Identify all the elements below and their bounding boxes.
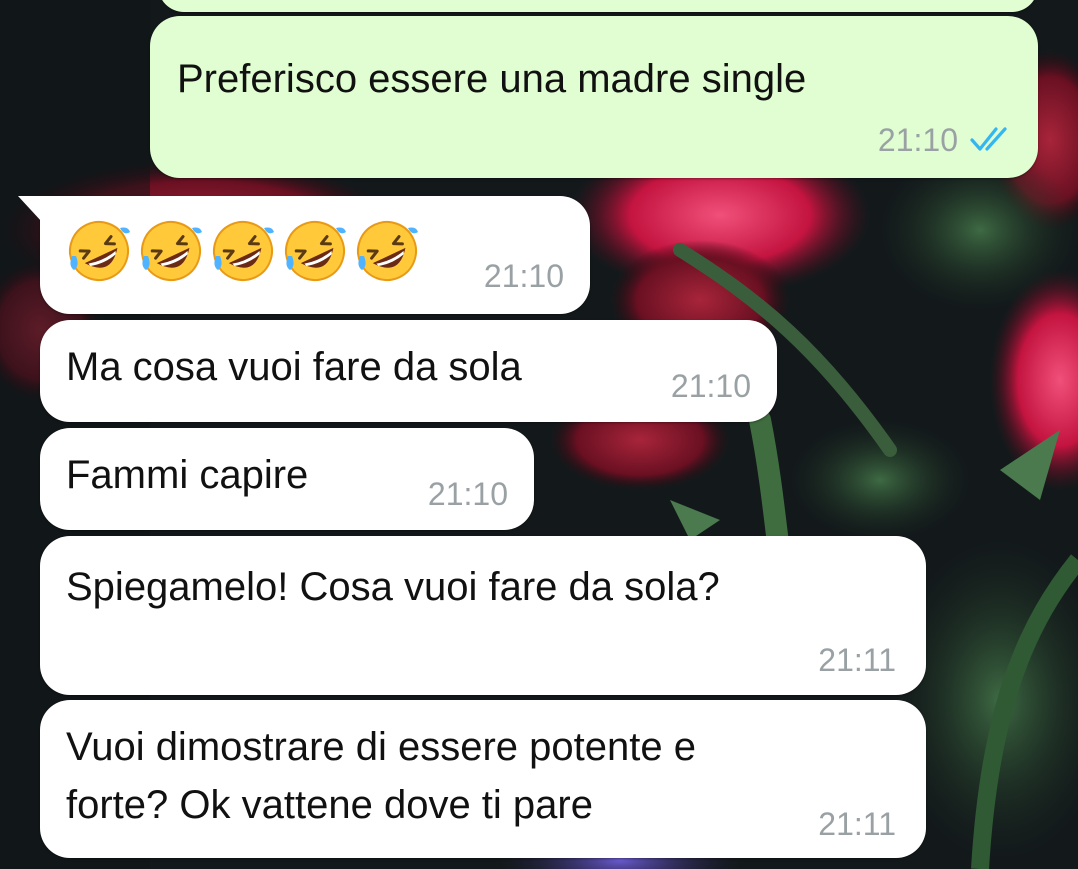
message-timestamp: 21:11 (818, 642, 896, 678)
incoming-message-bubble[interactable]: Spiegamelo! Cosa vuoi fare da sola? 21:1… (40, 536, 926, 695)
incoming-message-bubble[interactable]: Ma cosa vuoi fare da sola 21:10 (40, 320, 777, 422)
message-text-line-2: forte? Ok vattene dove ti pare (66, 783, 593, 827)
rolling-on-the-floor-laughing-emoji (69, 221, 130, 281)
emoji-row (66, 218, 420, 284)
message-text-line-1: Vuoi dimostrare di essere potente e (66, 725, 696, 769)
message-timestamp: 21:10 (670, 368, 751, 404)
bubble-tail-icon (18, 196, 42, 222)
message-timestamp: 21:10 (427, 476, 508, 512)
message-text: Spiegamelo! Cosa vuoi fare da sola? (66, 565, 720, 609)
previous-message-bubble (158, 0, 1038, 12)
outgoing-message-bubble[interactable]: Preferisco essere una madre single 21:10 (150, 16, 1038, 178)
message-timestamp: 21:10 (877, 122, 958, 158)
message-text: Preferisco essere una madre single (177, 57, 807, 101)
rolling-on-the-floor-laughing-emoji (213, 221, 274, 281)
incoming-message-bubble[interactable]: 21:10 (18, 196, 590, 314)
message-text: Ma cosa vuoi fare da sola (66, 345, 522, 389)
rolling-on-the-floor-laughing-emoji (285, 221, 346, 281)
message-timestamp: 21:11 (818, 806, 896, 842)
message-timestamp: 21:10 (483, 258, 564, 294)
incoming-message-bubble[interactable]: Fammi capire 21:10 (40, 428, 534, 530)
rolling-on-the-floor-laughing-emoji (357, 221, 418, 281)
message-text: Fammi capire (66, 453, 309, 497)
rolling-on-the-floor-laughing-emoji (141, 221, 202, 281)
double-check-icon (970, 127, 1007, 151)
incoming-message-bubble[interactable]: Vuoi dimostrare di essere potente e fort… (40, 700, 926, 858)
